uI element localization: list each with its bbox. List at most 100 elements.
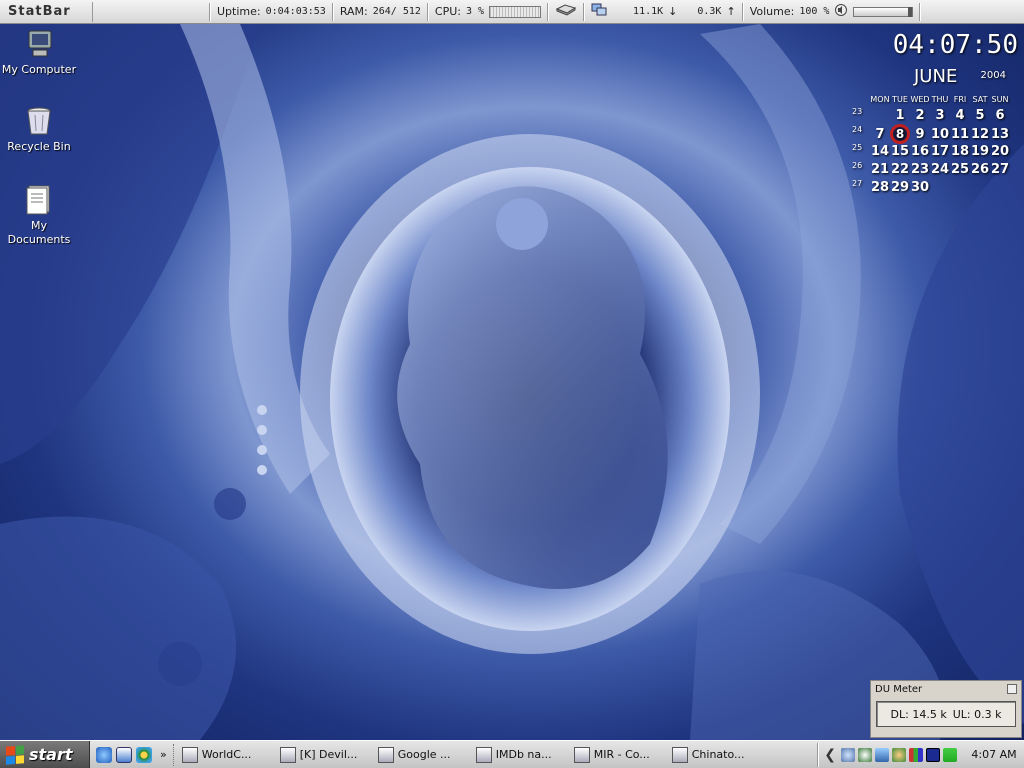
tray-clock[interactable]: 4:07 AM xyxy=(970,748,1018,761)
taskbar-button-label: [K] Devil... xyxy=(299,748,358,761)
calendar-day: 22 xyxy=(890,161,910,177)
tray-player-icon[interactable] xyxy=(926,747,940,762)
ram-label: RAM: xyxy=(339,5,368,18)
calendar-day: 18 xyxy=(950,143,970,159)
cpu-value: 3 % xyxy=(465,6,485,17)
tray-computer-icon[interactable] xyxy=(875,747,889,762)
computer-icon xyxy=(23,28,55,60)
calendar-day: 6 xyxy=(995,107,1005,123)
calendar-week-row: 24 7 8 9 10 11 12 13 xyxy=(852,124,1018,144)
tray-meter-icon[interactable] xyxy=(909,747,923,762)
du-meter-window[interactable]: DU Meter DL: 14.5 k UL: 0.3 k xyxy=(870,680,1022,738)
desktop-icon-label: My Documents xyxy=(7,219,71,246)
taskbar-button-label: IMDb na... xyxy=(495,748,552,761)
task-list: WorldC... [K] Devil... Google ... IMDb n… xyxy=(174,743,818,767)
calendar-day: 14 xyxy=(870,143,890,159)
desktop-icon-my-documents[interactable]: My Documents xyxy=(1,184,77,247)
calendar-day: 24 xyxy=(930,161,950,177)
calendar-week-number: 23 xyxy=(852,107,863,116)
statbar-separator xyxy=(547,2,550,21)
volume-label: Volume: xyxy=(749,5,795,18)
taskbar-button-label: MIR - Co... xyxy=(593,748,650,761)
taskbar-button[interactable]: IMDb na... xyxy=(472,743,568,767)
desktop-icon-my-computer[interactable]: My Computer xyxy=(1,28,77,77)
uptime-meter: Uptime: 0:04:03:53 xyxy=(217,5,326,18)
calendar-day: 13 xyxy=(990,126,1010,142)
du-meter-toggle-button[interactable] xyxy=(1007,684,1017,694)
calendar-day: 3 xyxy=(935,107,945,123)
du-meter-readout: DL: 14.5 k UL: 0.3 k xyxy=(876,701,1016,727)
taskbar-button[interactable]: Google ... xyxy=(374,743,470,767)
calendar-day: 11 xyxy=(950,126,970,142)
taskbar-button[interactable]: WorldC... xyxy=(178,743,274,767)
show-desktop-icon[interactable] xyxy=(116,746,132,763)
cpu-meter: CPU: 3 % xyxy=(435,5,542,18)
weekday-label: FRI xyxy=(953,94,967,104)
calendar-week-row: 27 28 29 30 xyxy=(852,178,1018,196)
taskbar-button[interactable]: Chinato... xyxy=(668,743,764,767)
calendar-day: 12 xyxy=(970,126,990,142)
du-meter-title: DU Meter xyxy=(875,683,923,695)
start-button-label: start xyxy=(29,745,73,764)
tray-user-icon[interactable] xyxy=(892,747,906,762)
taskbar-button-label: WorldC... xyxy=(201,748,252,761)
calendar-day: 15 xyxy=(890,143,910,159)
weekday-label: SAT xyxy=(972,94,988,104)
calendar-day: 25 xyxy=(950,161,970,177)
internet-explorer-icon[interactable] xyxy=(96,746,112,763)
desktop-icon-label: My Computer xyxy=(1,63,77,76)
taskbar: start » WorldC... [K] Devil... Google ..… xyxy=(0,740,1024,768)
tray-globe-icon[interactable] xyxy=(858,747,872,762)
tray-network-icon[interactable] xyxy=(841,747,855,762)
cpu-graph xyxy=(489,5,542,18)
volume-value: 100 % xyxy=(799,6,830,17)
weekday-label: TUE xyxy=(892,94,908,104)
calendar-year: 2004 xyxy=(980,70,1006,81)
statbar-separator xyxy=(209,2,211,21)
network-meter: 11.1K ↓ 0.3K ↑ xyxy=(591,3,736,20)
calendar-day: 4 xyxy=(955,107,965,123)
calendar-weekday-header: MON TUE WED THU FRI SAT SUN xyxy=(852,92,1018,106)
weekday-label: THU xyxy=(931,94,949,104)
media-player-icon[interactable] xyxy=(136,746,152,763)
statbar: StatBar Uptime: 0:04:03:53 RAM: 264/ 512… xyxy=(0,0,1024,24)
desktop-icon-recycle-bin[interactable]: Recycle Bin xyxy=(1,105,77,154)
statbar-separator xyxy=(426,2,429,21)
volume-control[interactable]: Volume: 100 % xyxy=(750,3,914,20)
uptime-label: Uptime: xyxy=(217,5,261,18)
weekday-label: WED xyxy=(910,94,930,104)
calendar-day: 9 xyxy=(915,126,925,142)
window-icon xyxy=(279,746,296,763)
statbar-separator xyxy=(331,2,334,21)
hard-drive-icon xyxy=(555,3,577,20)
tray-expand-icon[interactable]: ❮ xyxy=(824,747,836,763)
volume-slider[interactable] xyxy=(853,6,914,17)
calendar-day: 7 xyxy=(875,126,885,142)
quick-launch-more-button[interactable]: » xyxy=(160,748,167,761)
speaker-icon[interactable] xyxy=(834,3,848,20)
desktop-clock: 04:07:50 xyxy=(892,30,1018,60)
drive-meter[interactable] xyxy=(555,3,577,20)
calendar-day: 17 xyxy=(930,143,950,159)
window-icon xyxy=(475,746,492,763)
uptime-value: 0:04:03:53 xyxy=(265,6,326,17)
desktop-icon-label: Recycle Bin xyxy=(7,140,71,153)
calendar-day: 28 xyxy=(870,179,890,195)
statbar-separator xyxy=(741,2,744,21)
statbar-separator xyxy=(583,2,586,21)
statbar-separator xyxy=(919,2,922,21)
calendar-week-row: 23 1 2 3 4 5 6 xyxy=(852,106,1018,124)
recycle-bin-icon xyxy=(23,105,55,137)
taskbar-button[interactable]: MIR - Co... xyxy=(570,743,666,767)
calendar-day: 2 xyxy=(915,107,925,123)
tray-transfer-icon[interactable] xyxy=(943,747,957,762)
statbar-logo[interactable]: StatBar xyxy=(3,1,93,22)
start-button[interactable]: start xyxy=(0,740,90,768)
quick-launch-bar: » xyxy=(90,743,174,766)
system-tray: ❮ 4:07 AM xyxy=(817,742,1024,767)
taskbar-button-label: Google ... xyxy=(397,748,451,761)
taskbar-button[interactable]: [K] Devil... xyxy=(276,743,372,767)
documents-icon xyxy=(23,184,55,216)
du-meter-titlebar[interactable]: DU Meter xyxy=(871,681,1021,697)
calendar-day: 29 xyxy=(890,179,910,195)
